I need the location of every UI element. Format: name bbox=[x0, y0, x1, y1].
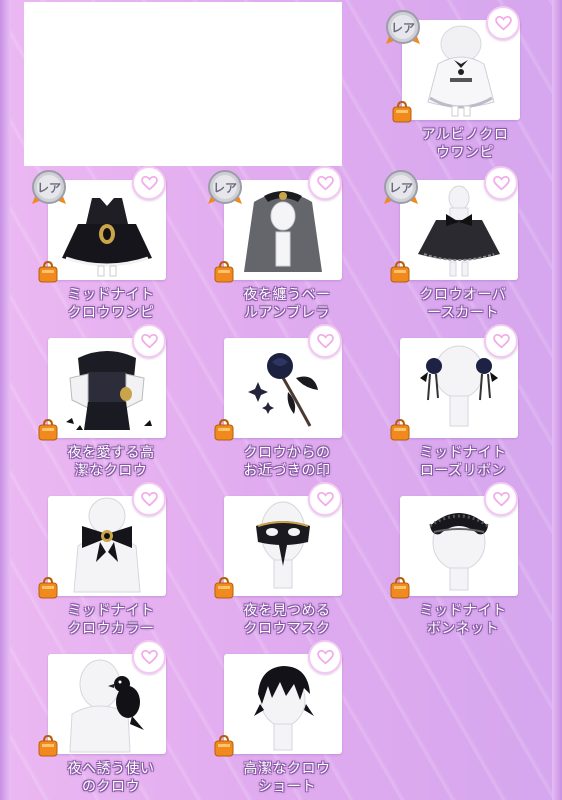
item-name: クロウからの お近づきの印 bbox=[243, 445, 331, 479]
shopping-bag-icon bbox=[390, 576, 410, 599]
item-card-ribbon[interactable]: ミッドナイト ローズリボン bbox=[388, 324, 538, 482]
item-name: 夜を纏うベー ルアンブレラ bbox=[243, 287, 331, 321]
favorite-heart-button[interactable] bbox=[308, 482, 342, 516]
item-name: ミッドナイト クロウカラー bbox=[67, 603, 155, 637]
item-name: 夜へ誘う使い のクロウ bbox=[67, 761, 155, 795]
rare-badge: レア bbox=[386, 10, 420, 44]
item-name: ミッドナイト ローズリボン bbox=[419, 445, 507, 479]
shopping-bag-icon bbox=[390, 418, 410, 441]
item-name: ミッドナイト ボンネット bbox=[419, 603, 507, 637]
shopping-bag-icon bbox=[214, 734, 234, 757]
heart-icon bbox=[492, 175, 510, 190]
rare-text: レア bbox=[37, 181, 61, 195]
favorite-heart-button[interactable] bbox=[308, 640, 342, 674]
item-card-skirt[interactable]: レア クロウオーバ ースカート bbox=[384, 166, 538, 324]
item-name: ミッドナイト クロウワンピ bbox=[67, 287, 155, 321]
heart-icon bbox=[316, 649, 334, 664]
heart-icon bbox=[140, 491, 158, 506]
shopping-bag-icon bbox=[390, 260, 410, 283]
item-card-seal[interactable]: クロウからの お近づきの印 bbox=[212, 324, 362, 482]
heart-icon bbox=[140, 333, 158, 348]
rare-text: レア bbox=[213, 181, 237, 195]
item-card-collar[interactable]: ミッドナイト クロウカラー bbox=[36, 482, 186, 640]
item-name: 高潔なクロウ ショート bbox=[243, 761, 331, 795]
shopping-bag-icon bbox=[214, 260, 234, 283]
item-card-hair[interactable]: 高潔なクロウ ショート bbox=[212, 640, 362, 798]
item-name: 夜を見つめる クロウマスク bbox=[243, 603, 331, 637]
item-card-bonnet[interactable]: ミッドナイト ボンネット bbox=[388, 482, 538, 640]
favorite-heart-button[interactable] bbox=[484, 324, 518, 358]
favorite-heart-button[interactable] bbox=[308, 324, 342, 358]
shopping-bag-icon bbox=[38, 734, 58, 757]
shopping-bag-icon bbox=[392, 100, 412, 123]
heart-icon bbox=[316, 333, 334, 348]
heart-icon bbox=[494, 15, 512, 30]
favorite-heart-button[interactable] bbox=[132, 324, 166, 358]
shopping-bag-icon bbox=[214, 418, 234, 441]
item-card-veil[interactable]: レア 夜を纏うベー ルアンブレラ bbox=[208, 166, 362, 324]
heart-icon bbox=[492, 333, 510, 348]
item-card-crow[interactable]: 夜へ誘う使い のクロウ bbox=[36, 640, 186, 798]
favorite-heart-button[interactable] bbox=[132, 640, 166, 674]
item-name: クロウオーバ ースカート bbox=[419, 287, 507, 321]
left-edge bbox=[0, 0, 10, 800]
favorite-heart-button[interactable] bbox=[132, 166, 166, 200]
shopping-bag-icon bbox=[38, 260, 58, 283]
item-name: 夜を愛する高 潔なクロウ bbox=[67, 445, 155, 479]
favorite-heart-button[interactable] bbox=[484, 482, 518, 516]
favorite-heart-button[interactable] bbox=[484, 166, 518, 200]
shopping-bag-icon bbox=[38, 576, 58, 599]
heart-icon bbox=[316, 175, 334, 190]
rare-badge: レア bbox=[208, 170, 242, 204]
item-card-noble[interactable]: 夜を愛する高 潔なクロウ bbox=[36, 324, 186, 482]
heart-icon bbox=[316, 491, 334, 506]
shopping-bag-icon bbox=[38, 418, 58, 441]
favorite-heart-button[interactable] bbox=[308, 166, 342, 200]
item-card-albino[interactable]: レア アルビノクロ ウワンピ bbox=[386, 6, 540, 164]
favorite-heart-button[interactable] bbox=[486, 6, 520, 40]
item-name: アルビノクロ ウワンピ bbox=[421, 127, 509, 161]
rare-badge: レア bbox=[384, 170, 418, 204]
heart-icon bbox=[492, 491, 510, 506]
item-card-mask[interactable]: 夜を見つめる クロウマスク bbox=[212, 482, 362, 640]
rare-text: レア bbox=[389, 181, 413, 195]
rare-text: レア bbox=[391, 21, 415, 35]
favorite-heart-button[interactable] bbox=[132, 482, 166, 516]
banner-panel bbox=[24, 2, 342, 166]
item-card-midnight-dress[interactable]: レア ミッドナイト クロウワンピ bbox=[32, 166, 186, 324]
right-edge bbox=[552, 0, 562, 800]
shopping-bag-icon bbox=[214, 576, 234, 599]
heart-icon bbox=[140, 649, 158, 664]
heart-icon bbox=[140, 175, 158, 190]
rare-badge: レア bbox=[32, 170, 66, 204]
